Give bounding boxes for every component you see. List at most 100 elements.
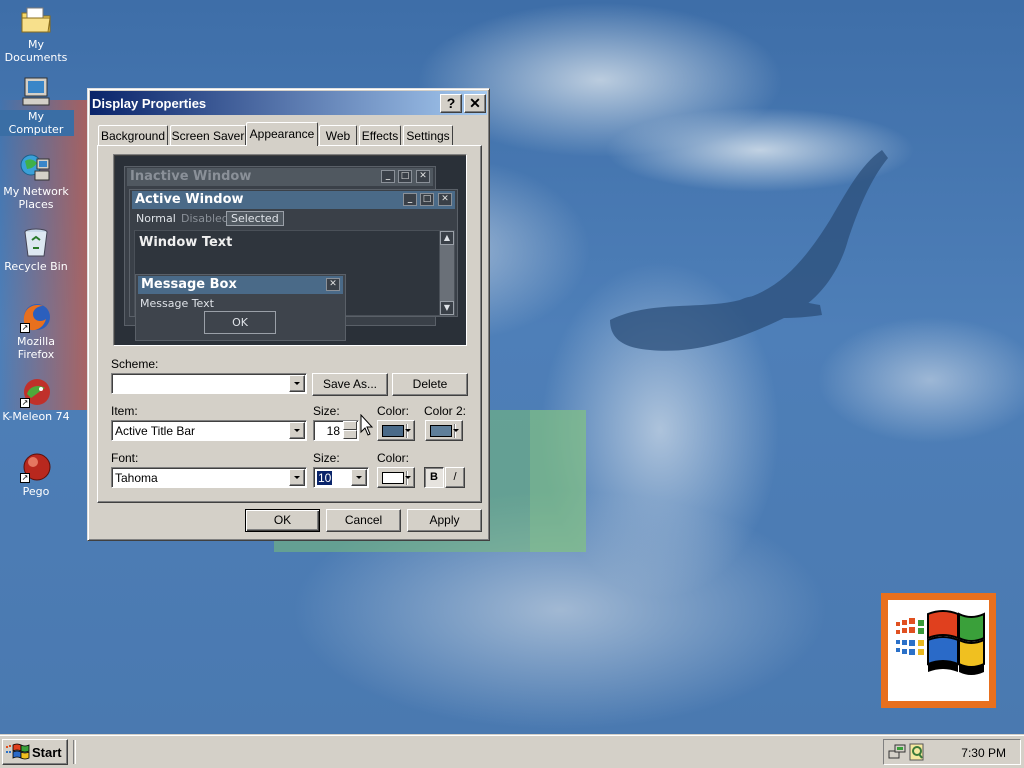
preview-message-text: Message Text	[140, 297, 214, 310]
recycle-bin-icon	[19, 226, 53, 258]
desktop-icon-label: Pego	[22, 485, 50, 498]
dropdown-arrow-icon[interactable]	[289, 422, 305, 439]
item-value: Active Title Bar	[115, 424, 196, 438]
item-color2-button[interactable]	[425, 420, 463, 441]
dropdown-arrow-icon	[453, 429, 459, 432]
scheme-label: Scheme:	[111, 357, 159, 371]
shortcut-arrow-icon: ↗	[20, 473, 30, 483]
tab-background[interactable]: Background	[98, 125, 168, 145]
search-tray-icon[interactable]	[908, 743, 926, 761]
preview-message-box-title-bar: Message Box ✕	[138, 276, 343, 294]
network-places-icon	[19, 151, 53, 183]
desktop-icon-label: My Documents	[4, 38, 68, 64]
preview-menu-selected: Selected	[226, 211, 284, 226]
desktop-icon-mozilla-firefox[interactable]: ↗ Mozilla Firefox	[0, 301, 74, 361]
dialog-title: Display Properties	[92, 96, 207, 111]
k-meleon-icon: ↗	[19, 376, 53, 408]
tab-appearance[interactable]: Appearance	[246, 122, 318, 146]
font-size-combobox[interactable]: 10	[313, 467, 369, 488]
preview-close-icon: ✕	[438, 193, 452, 206]
clock[interactable]: 7:30 PM	[961, 746, 1006, 760]
close-button[interactable]: ✕	[464, 94, 486, 113]
preview-active-title-bar: Active Window _ □ ✕	[132, 191, 455, 209]
desktop-icon-label: My Computer	[0, 110, 74, 136]
wallpaper-green-block-light	[530, 410, 586, 552]
tab-web[interactable]: Web	[319, 125, 357, 145]
help-button[interactable]: ?	[440, 94, 462, 113]
desktop-icon-my-network-places[interactable]: My Network Places	[0, 151, 74, 211]
font-label: Font:	[111, 451, 139, 465]
spin-up-icon[interactable]	[343, 421, 357, 430]
preview-ok-button: OK	[204, 311, 276, 334]
firefox-icon: ↗	[19, 301, 53, 333]
item-color2-swatch	[430, 425, 452, 437]
taskbar-separator	[73, 740, 76, 764]
bold-toggle-button[interactable]: B	[424, 467, 444, 488]
wallpaper-diver-silhouette	[610, 150, 888, 351]
computer-icon	[19, 76, 53, 108]
desktop-icon-my-documents[interactable]: My Documents	[0, 4, 74, 64]
cancel-button[interactable]: Cancel	[326, 509, 401, 532]
apply-button[interactable]: Apply	[407, 509, 482, 532]
display-properties-dialog: Display Properties ? ✕ Background Screen…	[87, 88, 490, 541]
font-color-button[interactable]	[377, 467, 415, 488]
item-combobox[interactable]: Active Title Bar	[111, 420, 307, 441]
shortcut-arrow-icon: ↗	[20, 398, 30, 408]
desktop-icon-my-computer[interactable]: My Computer	[0, 76, 74, 136]
preview-menu-normal: Normal	[136, 212, 176, 225]
taskbar: Start 7:30 PM	[0, 734, 1024, 768]
dialog-title-bar[interactable]: Display Properties ? ✕	[90, 91, 487, 115]
desktop-icon-label: K-Meleon 74	[2, 410, 70, 423]
item-color2-label: Color 2:	[424, 404, 467, 418]
preview-message-box: Message Box ✕ Message Text OK	[135, 274, 346, 341]
desktop-icon-k-meleon[interactable]: ↗ K-Meleon 74	[0, 376, 74, 423]
italic-toggle-button[interactable]: /	[445, 467, 465, 488]
shortcut-arrow-icon: ↗	[20, 323, 30, 333]
font-value: Tahoma	[115, 471, 158, 485]
preview-close-icon: ✕	[326, 278, 340, 291]
preview-menu-disabled: Disabled	[181, 212, 229, 225]
item-size-spinner[interactable]: 18	[313, 420, 359, 441]
windows-flag-icon	[6, 743, 30, 760]
tab-settings[interactable]: Settings	[403, 125, 453, 145]
tab-effects[interactable]: Effects	[359, 125, 401, 145]
windows-logo	[881, 593, 996, 708]
desktop: My Documents My Computer My Network Plac…	[0, 0, 1024, 734]
tab-screen-saver[interactable]: Screen Saver	[170, 125, 246, 145]
dropdown-arrow-icon	[405, 429, 411, 432]
item-size-value: 18	[326, 424, 340, 438]
desktop-icon-recycle-bin[interactable]: Recycle Bin	[0, 226, 74, 273]
preview-close-icon: ✕	[416, 170, 430, 183]
preview-maximize-icon: □	[398, 170, 412, 183]
folder-documents-icon	[19, 4, 53, 36]
item-size-label: Size:	[313, 404, 340, 418]
delete-button[interactable]: Delete	[392, 373, 468, 396]
preview-minimize-icon: _	[403, 193, 417, 206]
item-color-button[interactable]	[377, 420, 415, 441]
help-icon: ?	[446, 95, 456, 111]
preview-scrollbar: ▲ ▼	[439, 230, 455, 316]
font-combobox[interactable]: Tahoma	[111, 467, 307, 488]
appearance-preview[interactable]: Inactive Window _ □ ✕ Active Window _ □ …	[113, 154, 467, 346]
dropdown-arrow-icon[interactable]	[351, 469, 367, 486]
scheme-combobox[interactable]	[111, 373, 307, 394]
save-as-button[interactable]: Save As...	[312, 373, 388, 396]
start-label: Start	[32, 745, 62, 760]
desktop-icon-pego[interactable]: ↗ Pego	[0, 451, 74, 498]
font-color-swatch	[382, 472, 404, 484]
desktop-icon-label: Recycle Bin	[4, 260, 68, 273]
network-tray-icon[interactable]	[888, 743, 906, 761]
system-tray: 7:30 PM	[883, 739, 1021, 765]
ok-button[interactable]: OK	[245, 509, 320, 532]
dropdown-arrow-icon[interactable]	[289, 469, 305, 486]
start-button[interactable]: Start	[2, 739, 68, 765]
spin-down-icon[interactable]	[343, 430, 357, 439]
preview-maximize-icon: □	[420, 193, 434, 206]
preview-inactive-title-bar: Inactive Window _ □ ✕	[127, 168, 433, 186]
font-size-value: 10	[317, 471, 333, 485]
font-color-label: Color:	[377, 451, 410, 465]
dropdown-arrow-icon[interactable]	[289, 375, 305, 392]
dropdown-arrow-icon	[405, 476, 411, 479]
preview-scroll-down-icon: ▼	[440, 301, 454, 315]
desktop-icon-label: Mozilla Firefox	[17, 335, 55, 361]
